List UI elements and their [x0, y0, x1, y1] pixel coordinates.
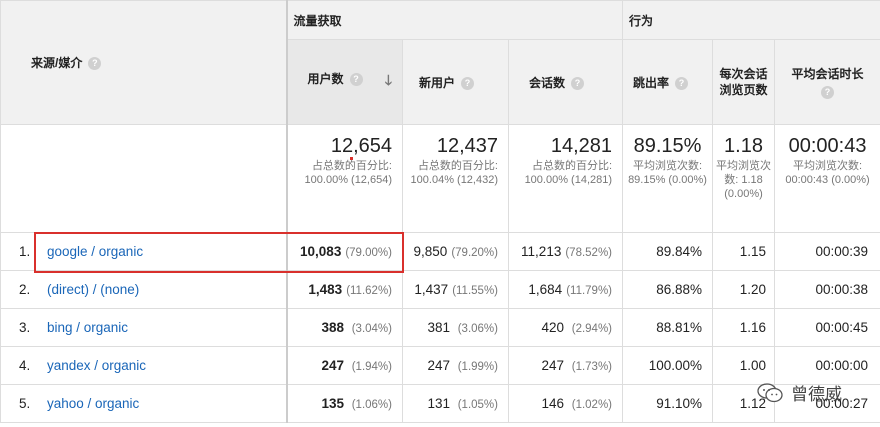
help-icon[interactable]: ? — [821, 86, 835, 99]
report-table: 来源/媒介? 流量获取 行为 用户数? 🡓 新用户? 会话数? 跳出率? 每次会话… — [0, 0, 880, 423]
avg-duration-cell: 00:00:45 — [774, 308, 880, 347]
source-medium-cell: 4. yandex / organic — [0, 346, 288, 385]
total-avg-duration: 00:00:43 平均浏览次数: 00:00:43 (0.00%) — [774, 124, 880, 233]
cursor-mark — [350, 157, 353, 160]
source-medium-cell: 1. google / organic — [0, 232, 288, 271]
column-header-bounce-rate[interactable]: 跳出率? — [622, 39, 714, 125]
bounce-rate-cell: 91.10% — [622, 384, 714, 423]
new-users-cell: 247 (1.99%) — [402, 346, 509, 385]
source-medium-link[interactable]: yahoo / organic — [47, 396, 139, 411]
help-icon[interactable]: ? — [349, 73, 363, 87]
source-medium-link[interactable]: bing / organic — [47, 320, 128, 335]
users-cell: 247 (1.94%) — [286, 346, 403, 385]
total-users: 12,654 占总数的百分比: 100.00% (12,654) — [286, 124, 403, 233]
row-index: 3. — [19, 320, 31, 335]
bounce-rate-cell: 100.00% — [622, 346, 714, 385]
sessions-cell: 420 (2.94%) — [507, 308, 624, 347]
table-row: 4. yandex / organic 247 (1.94%) 247 (1.99%) 24… — [0, 346, 880, 385]
group-behavior-header: 行为 — [622, 0, 880, 40]
avg-duration-cell: 00:00:38 — [774, 270, 880, 309]
column-header-new-users[interactable]: 新用户? — [402, 39, 509, 125]
total-sessions: 14,281 占总数的百分比: 100.00% (14,281) — [507, 124, 624, 233]
dimension-header[interactable]: 来源/媒介? — [0, 0, 288, 125]
users-cell: 135 (1.06%) — [286, 384, 403, 423]
pages-per-session-cell: 1.20 — [712, 270, 776, 309]
table-row: 5. yahoo / organic 135 (1.06%) 131 (1.05%) 146… — [0, 384, 880, 423]
pages-per-session-cell: 1.16 — [712, 308, 776, 347]
total-new-users: 12,437 占总数的百分比: 100.04% (12,432) — [402, 124, 509, 233]
pages-per-session-cell: 1.15 — [712, 232, 776, 271]
bounce-rate-cell: 89.84% — [622, 232, 714, 271]
column-header-pages-per-session[interactable]: 每次会话浏览页数 — [712, 39, 776, 125]
new-users-cell: 381 (3.06%) — [402, 308, 509, 347]
source-medium-link[interactable]: yandex / organic — [47, 358, 146, 373]
total-bounce-rate: 89.15% 平均浏览次数: 89.15% (0.00%) — [622, 124, 714, 233]
bounce-rate-cell: 86.88% — [622, 270, 714, 309]
column-header-avg-duration[interactable]: 平均会话时长? — [774, 39, 880, 125]
table-row: 3. bing / organic 388 (3.04%) 381 (3.06%) 420(… — [0, 308, 880, 347]
sessions-cell: 247 (1.73%) — [507, 346, 624, 385]
source-medium-cell: 5. yahoo / organic — [0, 384, 288, 423]
table-row: 2. (direct) / (none) 1,483 (11.62%) 1,437 (11… — [0, 270, 880, 309]
new-users-cell: 1,437 (11.55%) — [402, 270, 509, 309]
table-row: 1. google / organic 10,083 (79.00%) 9,850 (79… — [0, 232, 880, 271]
row-index: 5. — [19, 396, 31, 411]
total-pages-per-session: 1.18 平均浏览次数: 1.18 (0.00%) — [712, 124, 776, 233]
sessions-cell: 146 (1.02%) — [507, 384, 624, 423]
group-acquisition-header: 流量获取 — [285, 0, 624, 40]
column-header-sessions[interactable]: 会话数? — [507, 39, 624, 125]
new-users-cell: 9,850 (79.20%) — [402, 232, 509, 271]
source-medium-cell: 3. bing / organic — [0, 308, 288, 347]
sort-down-arrow-icon[interactable]: 🡓 — [385, 70, 392, 94]
help-icon[interactable]: ? — [88, 57, 102, 71]
totals-dimension-cell — [0, 124, 288, 233]
watermark: 曾德威 — [757, 380, 842, 405]
wechat-icon — [757, 382, 783, 402]
help-icon[interactable]: ? — [675, 76, 689, 90]
source-medium-cell: 2. (direct) / (none) — [0, 270, 288, 309]
totals-row: 12,654 占总数的百分比: 100.00% (12,654) 12,437 占总… — [0, 124, 880, 233]
source-medium-link[interactable]: (direct) / (none) — [47, 282, 139, 297]
help-icon[interactable]: ? — [461, 76, 475, 90]
row-index: 2. — [19, 282, 31, 297]
pages-per-session-cell: 1.00 — [712, 346, 776, 385]
column-header-users[interactable]: 用户数? 🡓 — [286, 39, 403, 125]
row-index: 4. — [19, 358, 31, 373]
avg-duration-cell: 00:00:39 — [774, 232, 880, 271]
sessions-cell: 11,213 (78.52%) — [507, 232, 624, 271]
users-cell: 1,483 (11.62%) — [286, 270, 403, 309]
users-cell: 10,083 (79.00%) — [286, 232, 403, 271]
sessions-cell: 1,684 (11.79%) — [507, 270, 624, 309]
row-index: 1. — [19, 244, 31, 259]
new-users-cell: 131 (1.05%) — [402, 384, 509, 423]
users-cell: 388 (3.04%) — [286, 308, 403, 347]
avg-duration-cell: 00:00:00 — [774, 346, 880, 385]
source-medium-link[interactable]: google / organic — [47, 244, 143, 259]
help-icon[interactable]: ? — [571, 76, 585, 90]
bounce-rate-cell: 88.81% — [622, 308, 714, 347]
